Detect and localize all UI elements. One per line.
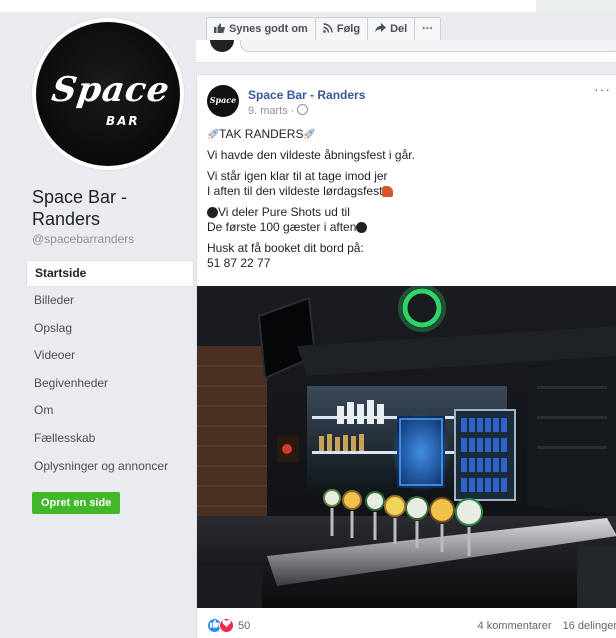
top-strip	[0, 0, 616, 12]
share-arrow-icon	[375, 22, 387, 36]
like-page-label: Synes godt om	[229, 23, 308, 35]
post-line-3b: I aften til den vildeste lørdagsfest	[207, 184, 383, 198]
nav-item-begivenheder[interactable]: Begivenheder	[26, 370, 194, 398]
post-photo[interactable]	[197, 286, 616, 608]
top-strip-shade	[536, 0, 616, 12]
nav-item-videoer[interactable]: Videoer	[26, 342, 194, 370]
post-avatar[interactable]: Space	[207, 85, 239, 117]
nav-item-faellesskab[interactable]: Fællesskab	[26, 425, 194, 453]
post-line-3: Vi står igen klar til at tage imod jer I…	[207, 169, 607, 199]
logo-text-bar: BAR	[106, 114, 140, 128]
more-actions-button[interactable]: ···	[414, 17, 442, 41]
follow-button[interactable]: Følg	[314, 17, 369, 41]
reaction-count: 50	[238, 619, 251, 632]
nav-item-om[interactable]: Om	[26, 397, 194, 425]
share-button[interactable]: Del	[367, 17, 416, 41]
black-circle-icon	[356, 222, 368, 233]
page-title[interactable]: Space Bar - Randers	[32, 186, 192, 230]
rocket-icon	[303, 128, 315, 140]
thumbs-up-icon	[214, 23, 225, 36]
flexed-arm-icon	[382, 186, 394, 197]
shares-count-link[interactable]: 16 delinger	[563, 620, 616, 632]
post-body: TAK RANDERS Vi havde den vildeste åbning…	[207, 127, 607, 277]
feed-post: Space Space Bar - Randers 9. marts · ···…	[196, 74, 616, 638]
page-nav: Startside Billeder Opslag Videoer Begive…	[26, 260, 194, 480]
post-date-text: 9. marts ·	[248, 105, 295, 117]
post-line-5: Husk at få booket dit bord på: 51 87 22 …	[207, 241, 607, 271]
post-phone-number: 51 87 22 77	[207, 256, 271, 270]
post-line-1: TAK RANDERS	[207, 127, 607, 142]
black-circle-icon	[207, 207, 218, 218]
page-action-bar: Synes godt om Følg Del ···	[206, 17, 442, 41]
follow-label: Følg	[336, 23, 361, 35]
rss-icon	[323, 22, 333, 36]
logo-text-space: Space	[49, 70, 173, 110]
previous-post-avatar	[210, 40, 234, 52]
previous-comment-box[interactable]	[240, 40, 616, 52]
post-line-4: Vi deler Pure Shots ud til De første 100…	[207, 205, 607, 235]
profile-logo: Space BAR	[36, 22, 180, 166]
profile-picture[interactable]: Space BAR	[32, 18, 184, 170]
page-sidebar: Space BAR Space Bar - Randers @spacebarr…	[22, 14, 194, 614]
post-reactions-bar: 50 4 kommentarer 16 delinger	[197, 613, 616, 637]
love-reaction-icon	[219, 618, 234, 633]
previous-post-bottom	[196, 40, 616, 63]
reaction-summary[interactable]: 50	[207, 618, 250, 633]
like-page-button[interactable]: Synes godt om	[206, 17, 316, 41]
nav-item-startside[interactable]: Startside	[26, 260, 194, 287]
page-handle[interactable]: @spacebarranders	[32, 232, 134, 246]
more-actions-label: ···	[422, 23, 434, 35]
post-line-5a: Husk at få booket dit bord på:	[207, 241, 364, 255]
post-line-2: Vi havde den vildeste åbningsfest i går.	[207, 148, 415, 162]
nav-item-opslag[interactable]: Opslag	[26, 315, 194, 343]
post-line-1-text: TAK RANDERS	[219, 127, 304, 141]
post-options-button[interactable]: ···	[594, 81, 611, 97]
rocket-icon	[207, 128, 219, 140]
post-line-4b: De første 100 gæster i aften	[207, 220, 357, 234]
post-timestamp[interactable]: 9. marts ·	[248, 104, 309, 117]
create-page-button[interactable]: Opret en side	[32, 492, 121, 514]
post-author-link[interactable]: Space Bar - Randers	[248, 88, 365, 102]
post-stats: 4 kommentarer 16 delinger	[470, 620, 616, 632]
globe-icon	[297, 104, 309, 115]
share-label: Del	[390, 23, 408, 35]
bar-photo-illustration	[197, 286, 616, 608]
post-line-3a: Vi står igen klar til at tage imod jer	[207, 169, 388, 183]
comments-count-link[interactable]: 4 kommentarer	[478, 620, 552, 632]
nav-item-billeder[interactable]: Billeder	[26, 287, 194, 315]
nav-item-oplysninger[interactable]: Oplysninger og annoncer	[26, 453, 194, 481]
post-line-4a: Vi deler Pure Shots ud til	[218, 205, 350, 219]
